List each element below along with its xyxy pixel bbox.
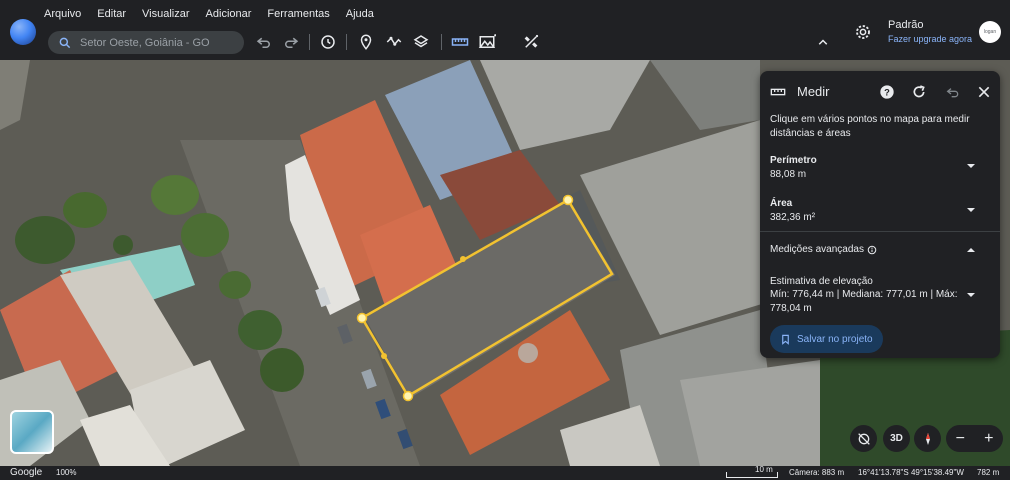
zoom-control: − + xyxy=(946,425,1003,452)
elevation-label: Estimativa de elevação xyxy=(770,276,873,287)
elevation-value: Mín: 776,44 m | Mediana: 777,01 m | Máx:… xyxy=(770,289,958,314)
search-placeholder: Setor Oeste, Goiânia - GO xyxy=(80,36,210,49)
toolbar-divider xyxy=(441,34,442,50)
elevation-dropdown-icon[interactable] xyxy=(967,293,975,297)
google-earth-logo[interactable] xyxy=(10,19,36,45)
satellite-icon[interactable] xyxy=(522,33,540,51)
layers-icon[interactable] xyxy=(412,33,430,51)
menu-ajuda[interactable]: Ajuda xyxy=(346,8,374,20)
measure-vertex[interactable] xyxy=(356,312,368,324)
no-rotate-icon[interactable] xyxy=(850,425,877,452)
measure-instructions: Clique em vários pontos no mapa para med… xyxy=(770,114,970,139)
search-icon xyxy=(59,37,71,48)
ruler-icon xyxy=(770,88,786,96)
save-to-project-button[interactable]: Salvar no projeto xyxy=(770,325,883,353)
bookmark-icon xyxy=(782,334,789,345)
menu-ferramentas[interactable]: Ferramentas xyxy=(267,8,329,20)
info-icon[interactable] xyxy=(867,245,877,255)
place-icon[interactable] xyxy=(357,33,375,51)
account-info[interactable]: Padrão Fazer upgrade agora xyxy=(888,19,972,44)
search-input[interactable]: Setor Oeste, Goiânia - GO xyxy=(48,31,244,54)
ruler-icon[interactable] xyxy=(451,33,469,51)
camera-altitude: Câmera: 883 m xyxy=(789,468,845,477)
menu-visualizar[interactable]: Visualizar xyxy=(142,8,190,20)
measure-vertex[interactable] xyxy=(562,194,574,206)
area-label: Área xyxy=(770,198,793,209)
measure-panel: Medir ? Clique em vários pontos no mapa … xyxy=(760,71,1000,358)
upgrade-link[interactable]: Fazer upgrade agora xyxy=(888,34,972,44)
google-brand: Google xyxy=(10,467,43,478)
scale-bar xyxy=(726,472,778,478)
toolbar-divider xyxy=(309,34,310,50)
measure-midpoint[interactable] xyxy=(460,256,466,262)
3d-toggle-button[interactable]: 3D xyxy=(883,425,910,452)
measure-title: Medir xyxy=(797,84,830,99)
svg-text:?: ? xyxy=(884,87,890,97)
redo-icon[interactable] xyxy=(282,33,300,51)
top-bar: Arquivo Editar Visualizar Adicionar Ferr… xyxy=(0,0,1010,60)
save-label: Salvar no projeto xyxy=(797,333,873,345)
history-icon[interactable] xyxy=(319,33,337,51)
toolbar-divider xyxy=(346,34,347,50)
close-icon[interactable] xyxy=(976,84,992,100)
zoom-level: 100% xyxy=(56,468,77,477)
account-name: Padrão xyxy=(888,19,924,31)
advanced-label[interactable]: Medições avançadas xyxy=(770,243,864,257)
settings-icon[interactable] xyxy=(854,23,872,41)
area-value: 382,36 m² xyxy=(770,212,816,223)
area-dropdown-icon[interactable] xyxy=(967,208,975,212)
panel-divider xyxy=(760,231,1000,232)
menu-arquivo[interactable]: Arquivo xyxy=(44,8,81,20)
refresh-icon[interactable] xyxy=(911,84,927,100)
perimeter-value: 88,08 m xyxy=(770,169,807,180)
path-icon[interactable] xyxy=(385,33,403,51)
menu-editar[interactable]: Editar xyxy=(97,8,126,20)
help-icon[interactable]: ? xyxy=(879,84,895,100)
measure-midpoint[interactable] xyxy=(381,353,387,359)
map-style-thumbnail[interactable] xyxy=(10,410,54,454)
perimeter-label: Perímetro xyxy=(770,155,817,166)
avatar[interactable]: logan xyxy=(979,21,1001,43)
perimeter-dropdown-icon[interactable] xyxy=(967,164,975,168)
status-bar: Google 100% 10 m Câmera: 883 m 16°41'13.… xyxy=(0,465,1010,480)
menu-adicionar[interactable]: Adicionar xyxy=(206,8,252,20)
zoom-in-button[interactable]: + xyxy=(984,430,993,448)
compass-icon[interactable] xyxy=(914,425,941,452)
chevron-up-icon[interactable] xyxy=(814,33,832,51)
menu-bar: Arquivo Editar Visualizar Adicionar Ferr… xyxy=(44,8,390,20)
measure-header: Medir ? xyxy=(770,82,990,102)
undo-icon[interactable] xyxy=(255,33,273,51)
undo-icon[interactable] xyxy=(945,84,961,100)
zoom-out-button[interactable]: − xyxy=(956,430,965,448)
advanced-collapse-icon[interactable] xyxy=(967,248,975,252)
image-icon[interactable] xyxy=(478,33,496,51)
ground-elevation: 782 m xyxy=(977,468,1000,477)
coordinates: 16°41'13.78"S 49°15'38.49"W xyxy=(858,468,964,477)
measure-vertex[interactable] xyxy=(402,390,414,402)
